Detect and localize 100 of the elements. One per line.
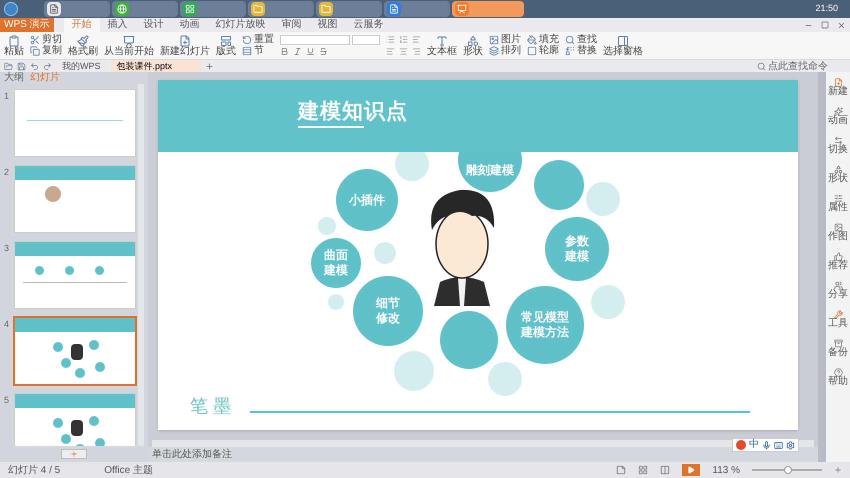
ribbon-button[interactable]: 文本框: [427, 34, 457, 56]
quick-access-icon[interactable]: [17, 62, 26, 70]
browser-icon: [115, 2, 129, 16]
document-tab[interactable]: 我的WPS: [56, 60, 107, 72]
tool-icon: [8, 34, 20, 46]
slide-thumbnail[interactable]: [15, 318, 135, 384]
taskbar-item[interactable]: [248, 1, 314, 17]
play-button[interactable]: [682, 464, 700, 476]
format-icon[interactable]: [293, 47, 302, 56]
microphone-icon[interactable]: [762, 440, 771, 450]
format-icon[interactable]: [319, 47, 328, 56]
ribbon-button[interactable]: 新建幻灯片: [160, 34, 210, 56]
tool-icon: [834, 310, 842, 319]
ribbon-button[interactable]: 剪切: [30, 35, 62, 45]
ribbon-button[interactable]: 节: [242, 46, 274, 56]
ribbon-button[interactable]: 替换: [565, 46, 597, 56]
panel-tab[interactable]: 大纲: [4, 73, 24, 83]
maximize-icon[interactable]: [821, 21, 829, 29]
taskbar-item[interactable]: [180, 1, 246, 17]
ribbon-button[interactable]: 格式刷: [68, 34, 98, 56]
scrollbar[interactable]: [138, 84, 144, 446]
tool-icon: [30, 35, 40, 45]
view-icon[interactable]: [660, 465, 670, 475]
sidebar-tool[interactable]: 作图: [828, 223, 848, 242]
ribbon-tab[interactable]: 云服务: [346, 18, 392, 32]
ribbon-button[interactable]: 图片: [489, 35, 521, 45]
view-icon[interactable]: [638, 465, 648, 475]
sidebar-tool[interactable]: 动画: [828, 107, 848, 126]
sidebar-tool[interactable]: 新建: [828, 78, 848, 97]
ribbon-tab[interactable]: 幻灯片放映: [208, 18, 274, 32]
tool-icon: [834, 368, 842, 377]
taskbar-item[interactable]: [112, 1, 178, 17]
bubble: [318, 217, 336, 235]
sidebar-tool[interactable]: 形状: [828, 165, 848, 184]
font-size-field[interactable]: [352, 35, 380, 45]
keyboard-icon[interactable]: [774, 440, 783, 450]
format-icon[interactable]: [306, 47, 315, 56]
font-name-field[interactable]: [280, 35, 350, 45]
zoom-slider-thumb[interactable]: [784, 466, 792, 474]
ribbon-button[interactable]: 复制: [30, 46, 62, 56]
quick-access-icon[interactable]: [30, 62, 39, 70]
ribbon-button[interactable]: 选择窗格: [603, 34, 643, 56]
slide-number: 3: [4, 242, 10, 255]
new-tab-icon[interactable]: [204, 62, 214, 70]
sidebar-tool[interactable]: 属性: [828, 194, 848, 213]
ribbon-button[interactable]: 版式: [216, 34, 236, 56]
ribbon-button[interactable]: 轮廓: [527, 46, 559, 56]
tool-icon: [834, 281, 842, 290]
align-icon[interactable]: [399, 47, 408, 56]
add-slide-button[interactable]: [61, 449, 87, 459]
ribbon-button[interactable]: 填充: [527, 35, 559, 45]
taskbar-item[interactable]: [316, 1, 382, 17]
ribbon-button[interactable]: 粘贴: [4, 34, 24, 56]
sidebar-tool[interactable]: 工具: [828, 310, 848, 329]
ribbon-tab[interactable]: 动画: [172, 18, 208, 32]
quick-access-icon[interactable]: [4, 62, 13, 70]
zoom-in-icon[interactable]: [834, 466, 842, 474]
ribbon-tab[interactable]: 插入: [100, 18, 136, 32]
list-icon[interactable]: [386, 35, 395, 44]
tool-icon: [527, 35, 537, 45]
horizontal-scrollbar[interactable]: [152, 440, 814, 447]
ribbon-tab[interactable]: 审阅: [274, 18, 310, 32]
vertical-scrollbar[interactable]: [818, 72, 826, 462]
start-icon[interactable]: [4, 2, 18, 16]
slide-thumbnail[interactable]: [15, 166, 135, 232]
sidebar-tool[interactable]: 切换: [828, 136, 848, 155]
sidebar-tool[interactable]: 推荐: [828, 252, 848, 271]
document-tab[interactable]: 包装课件.pptx: [110, 60, 201, 72]
sidebar-tool[interactable]: 分享: [828, 281, 848, 300]
slide-thumbnail[interactable]: [15, 90, 135, 156]
slide-thumbnail[interactable]: [15, 242, 135, 308]
sidebar-tool[interactable]: 备份: [828, 339, 848, 358]
ribbon-button[interactable]: 重置: [242, 35, 274, 45]
list-icon[interactable]: [399, 35, 408, 44]
tool-icon: [834, 252, 842, 261]
list-icon[interactable]: [412, 35, 421, 44]
tool-icon: [30, 46, 40, 56]
ribbon-button[interactable]: 从当前开始: [104, 34, 154, 56]
slide-thumbnail[interactable]: [15, 394, 135, 446]
ribbon-button[interactable]: 查找: [565, 35, 597, 45]
align-icon[interactable]: [386, 47, 395, 56]
settings-icon[interactable]: [786, 440, 795, 450]
topic-bubble: 细节 修改: [353, 276, 423, 346]
tool-icon: [834, 136, 842, 145]
notes-field[interactable]: 单击此处添加备注: [148, 447, 818, 462]
bubble: [328, 294, 344, 310]
taskbar-item[interactable]: [44, 1, 110, 17]
ribbon-tab[interactable]: 设计: [136, 18, 172, 32]
ime-toolbar[interactable]: 中: [732, 438, 799, 452]
command-search-field[interactable]: 点此查找命令: [757, 58, 838, 74]
sidebar-tool[interactable]: 帮助: [828, 368, 848, 387]
ribbon-tab[interactable]: 视图: [310, 18, 346, 32]
ribbon-button[interactable]: 形状: [463, 34, 483, 56]
view-icon[interactable]: [616, 465, 626, 475]
quick-access-icon[interactable]: [43, 62, 52, 70]
taskbar-item[interactable]: [384, 1, 450, 17]
format-icon[interactable]: [280, 47, 289, 56]
ribbon-button[interactable]: 排列: [489, 46, 521, 56]
close-icon[interactable]: [837, 20, 846, 30]
align-icon[interactable]: [412, 47, 421, 56]
